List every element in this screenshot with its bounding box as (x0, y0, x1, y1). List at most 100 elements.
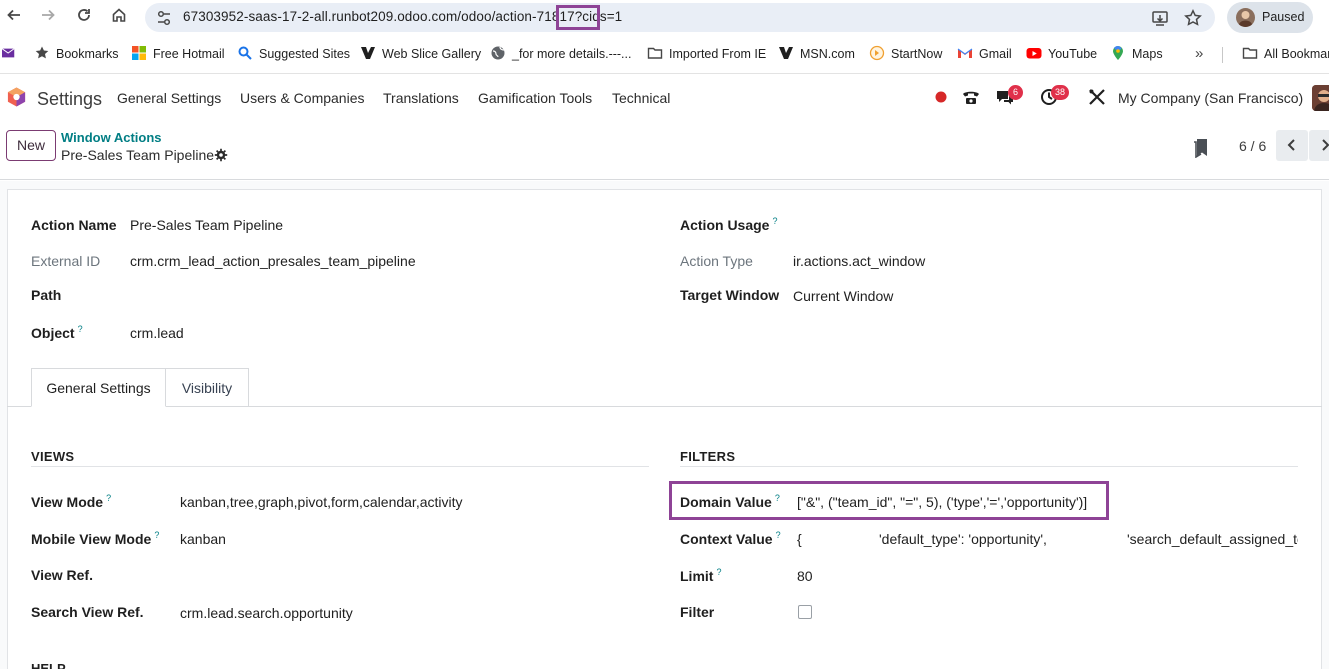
browser-toolbar: 67303952-saas-17-2-all.runbot209.odoo.co… (0, 0, 1329, 36)
action-type-label: Action Type (680, 253, 753, 269)
limit-field[interactable]: 80 (797, 568, 813, 584)
views-section-rule (31, 466, 649, 467)
help-tooltip-icon[interactable]: ? (776, 530, 781, 540)
menu-technical[interactable]: Technical (612, 90, 670, 106)
app-name[interactable]: Settings (37, 89, 102, 110)
view-mode-label: View Mode? (31, 493, 112, 510)
tab-general-settings[interactable]: General Settings (31, 368, 166, 407)
new-button[interactable]: New (6, 130, 56, 161)
bookmark-record-icon[interactable] (1193, 138, 1209, 158)
mobile-view-mode-label: Mobile View Mode? (31, 530, 160, 547)
action-name-field[interactable]: Pre-Sales Team Pipeline (130, 217, 283, 233)
activities-badge: 38 (1051, 85, 1070, 100)
search-view-ref-label: Search View Ref. (31, 604, 144, 620)
help-section-title: HELP (31, 661, 66, 669)
external-id-label: External ID (31, 253, 101, 269)
menu-users-companies[interactable]: Users & Companies (240, 90, 365, 106)
messages-badge: 6 (1008, 85, 1023, 100)
filter-checkbox[interactable] (798, 605, 812, 619)
bookmark-suggested-sites[interactable]: Suggested Sites (237, 45, 350, 63)
star-icon (35, 46, 49, 59)
view-ref-field[interactable] (180, 567, 640, 585)
action-usage-label: Action Usage? (680, 216, 778, 233)
pager-next-button[interactable] (1309, 130, 1329, 161)
site-settings-icon[interactable] (155, 9, 173, 27)
control-panel: New Window Actions Pre-Sales Team Pipeli… (0, 122, 1329, 180)
target-window-select[interactable]: Current Window (793, 288, 893, 304)
reload-icon[interactable] (73, 7, 95, 29)
filters-section-title: FILTERS (680, 449, 736, 464)
help-tooltip-icon[interactable]: ? (154, 530, 159, 540)
bookmark-web-slice-gallery[interactable]: Web Slice Gallery (360, 45, 481, 63)
address-bar[interactable]: 67303952-saas-17-2-all.runbot209.odoo.co… (145, 3, 1215, 32)
company-switcher[interactable]: My Company (San Francisco) (1118, 90, 1303, 106)
view-mode-field[interactable]: kanban,tree,graph,pivot,form,calendar,ac… (180, 494, 463, 510)
pager-previous-button[interactable] (1276, 130, 1308, 161)
phone-icon[interactable] (961, 87, 981, 107)
pager-value[interactable]: 6 / 6 (1239, 138, 1266, 154)
back-icon[interactable] (3, 7, 25, 29)
object-field[interactable]: crm.lead (130, 325, 184, 341)
odoo-app-icon[interactable] (6, 86, 27, 108)
bookmark-all-bookmarks[interactable]: All Bookmarks (1242, 45, 1329, 63)
filters-section-rule (680, 466, 1298, 467)
user-avatar[interactable] (1312, 85, 1329, 111)
home-icon[interactable] (108, 7, 130, 29)
bookmark-msn[interactable]: MSN.com (778, 45, 855, 63)
chevron-left-icon (1287, 139, 1295, 151)
help-tooltip-icon[interactable]: ? (775, 493, 780, 503)
bookmark-more-details[interactable]: _for more details.---... (490, 45, 631, 63)
folder-icon (647, 47, 663, 59)
bookmark-startnow[interactable]: StartNow (869, 45, 942, 63)
context-value-label: Context Value? (680, 530, 781, 547)
bookmark-bookmarks[interactable]: Bookmarks (34, 45, 119, 63)
bookmark-free-hotmail[interactable]: Free Hotmail (131, 45, 225, 63)
bookmark-imported-from-ie[interactable]: Imported From IE (647, 45, 766, 63)
path-field[interactable] (130, 287, 610, 305)
bookmark-gmail[interactable]: Gmail (957, 45, 1012, 63)
context-value-field[interactable]: { 'default_type': 'opportunity', 'search… (797, 531, 1298, 551)
help-tooltip-icon[interactable]: ? (78, 324, 83, 334)
globe-icon (491, 46, 505, 60)
help-tooltip-icon[interactable]: ? (716, 567, 721, 577)
view-ref-label: View Ref. (31, 567, 93, 583)
bookmark-maps[interactable]: Maps (1110, 45, 1163, 63)
odoo-navbar: Settings General Settings Users & Compan… (0, 74, 1329, 122)
breadcrumb-window-actions[interactable]: Window Actions (61, 130, 162, 145)
mobile-view-mode-select[interactable]: kanban (180, 531, 226, 547)
profile-button[interactable]: Paused (1227, 2, 1313, 33)
bookmark-star-icon[interactable] (1183, 8, 1203, 28)
debug-tools-icon[interactable] (1087, 87, 1107, 107)
slice-icon (361, 47, 375, 59)
recording-dot-icon[interactable] (931, 87, 951, 107)
gmail-icon (957, 48, 973, 58)
external-id-value: crm.crm_lead_action_presales_team_pipeli… (130, 253, 416, 269)
menu-general-settings[interactable]: General Settings (117, 90, 221, 106)
menu-gamification-tools[interactable]: Gamification Tools (478, 90, 592, 106)
limit-label: Limit? (680, 567, 722, 584)
domain-value-field[interactable]: ["&", ("team_id", "=", 5), ('type','=','… (797, 494, 1087, 510)
profile-status: Paused (1262, 10, 1305, 24)
filter-label: Filter (680, 604, 715, 620)
views-section-title: VIEWS (31, 449, 75, 464)
target-window-label: Target Window (680, 287, 780, 303)
help-tooltip-icon[interactable]: ? (106, 493, 111, 503)
help-tooltip-icon[interactable]: ? (772, 216, 777, 226)
folder-icon (1242, 47, 1258, 59)
bookmarks-divider (1222, 47, 1223, 63)
bookmark-youtube[interactable]: YouTube (1026, 45, 1097, 63)
url-highlight-box (556, 5, 600, 30)
msn-icon (779, 47, 793, 59)
gear-icon[interactable] (214, 148, 228, 162)
bookmark-mail[interactable] (2, 45, 22, 63)
menu-translations[interactable]: Translations (383, 90, 459, 106)
mail-icon (2, 48, 15, 58)
bookmarks-overflow-icon[interactable]: » (1195, 45, 1203, 63)
youtube-icon (1026, 48, 1042, 59)
tab-visibility[interactable]: Visibility (166, 368, 249, 407)
forward-icon[interactable] (37, 7, 59, 29)
install-app-icon[interactable] (1150, 8, 1170, 28)
path-label: Path (31, 287, 62, 303)
search-view-ref-field[interactable]: crm.lead.search.opportunity (180, 605, 353, 621)
bookmarks-bar: Bookmarks Free Hotmail Suggested Sites W… (0, 41, 1329, 67)
